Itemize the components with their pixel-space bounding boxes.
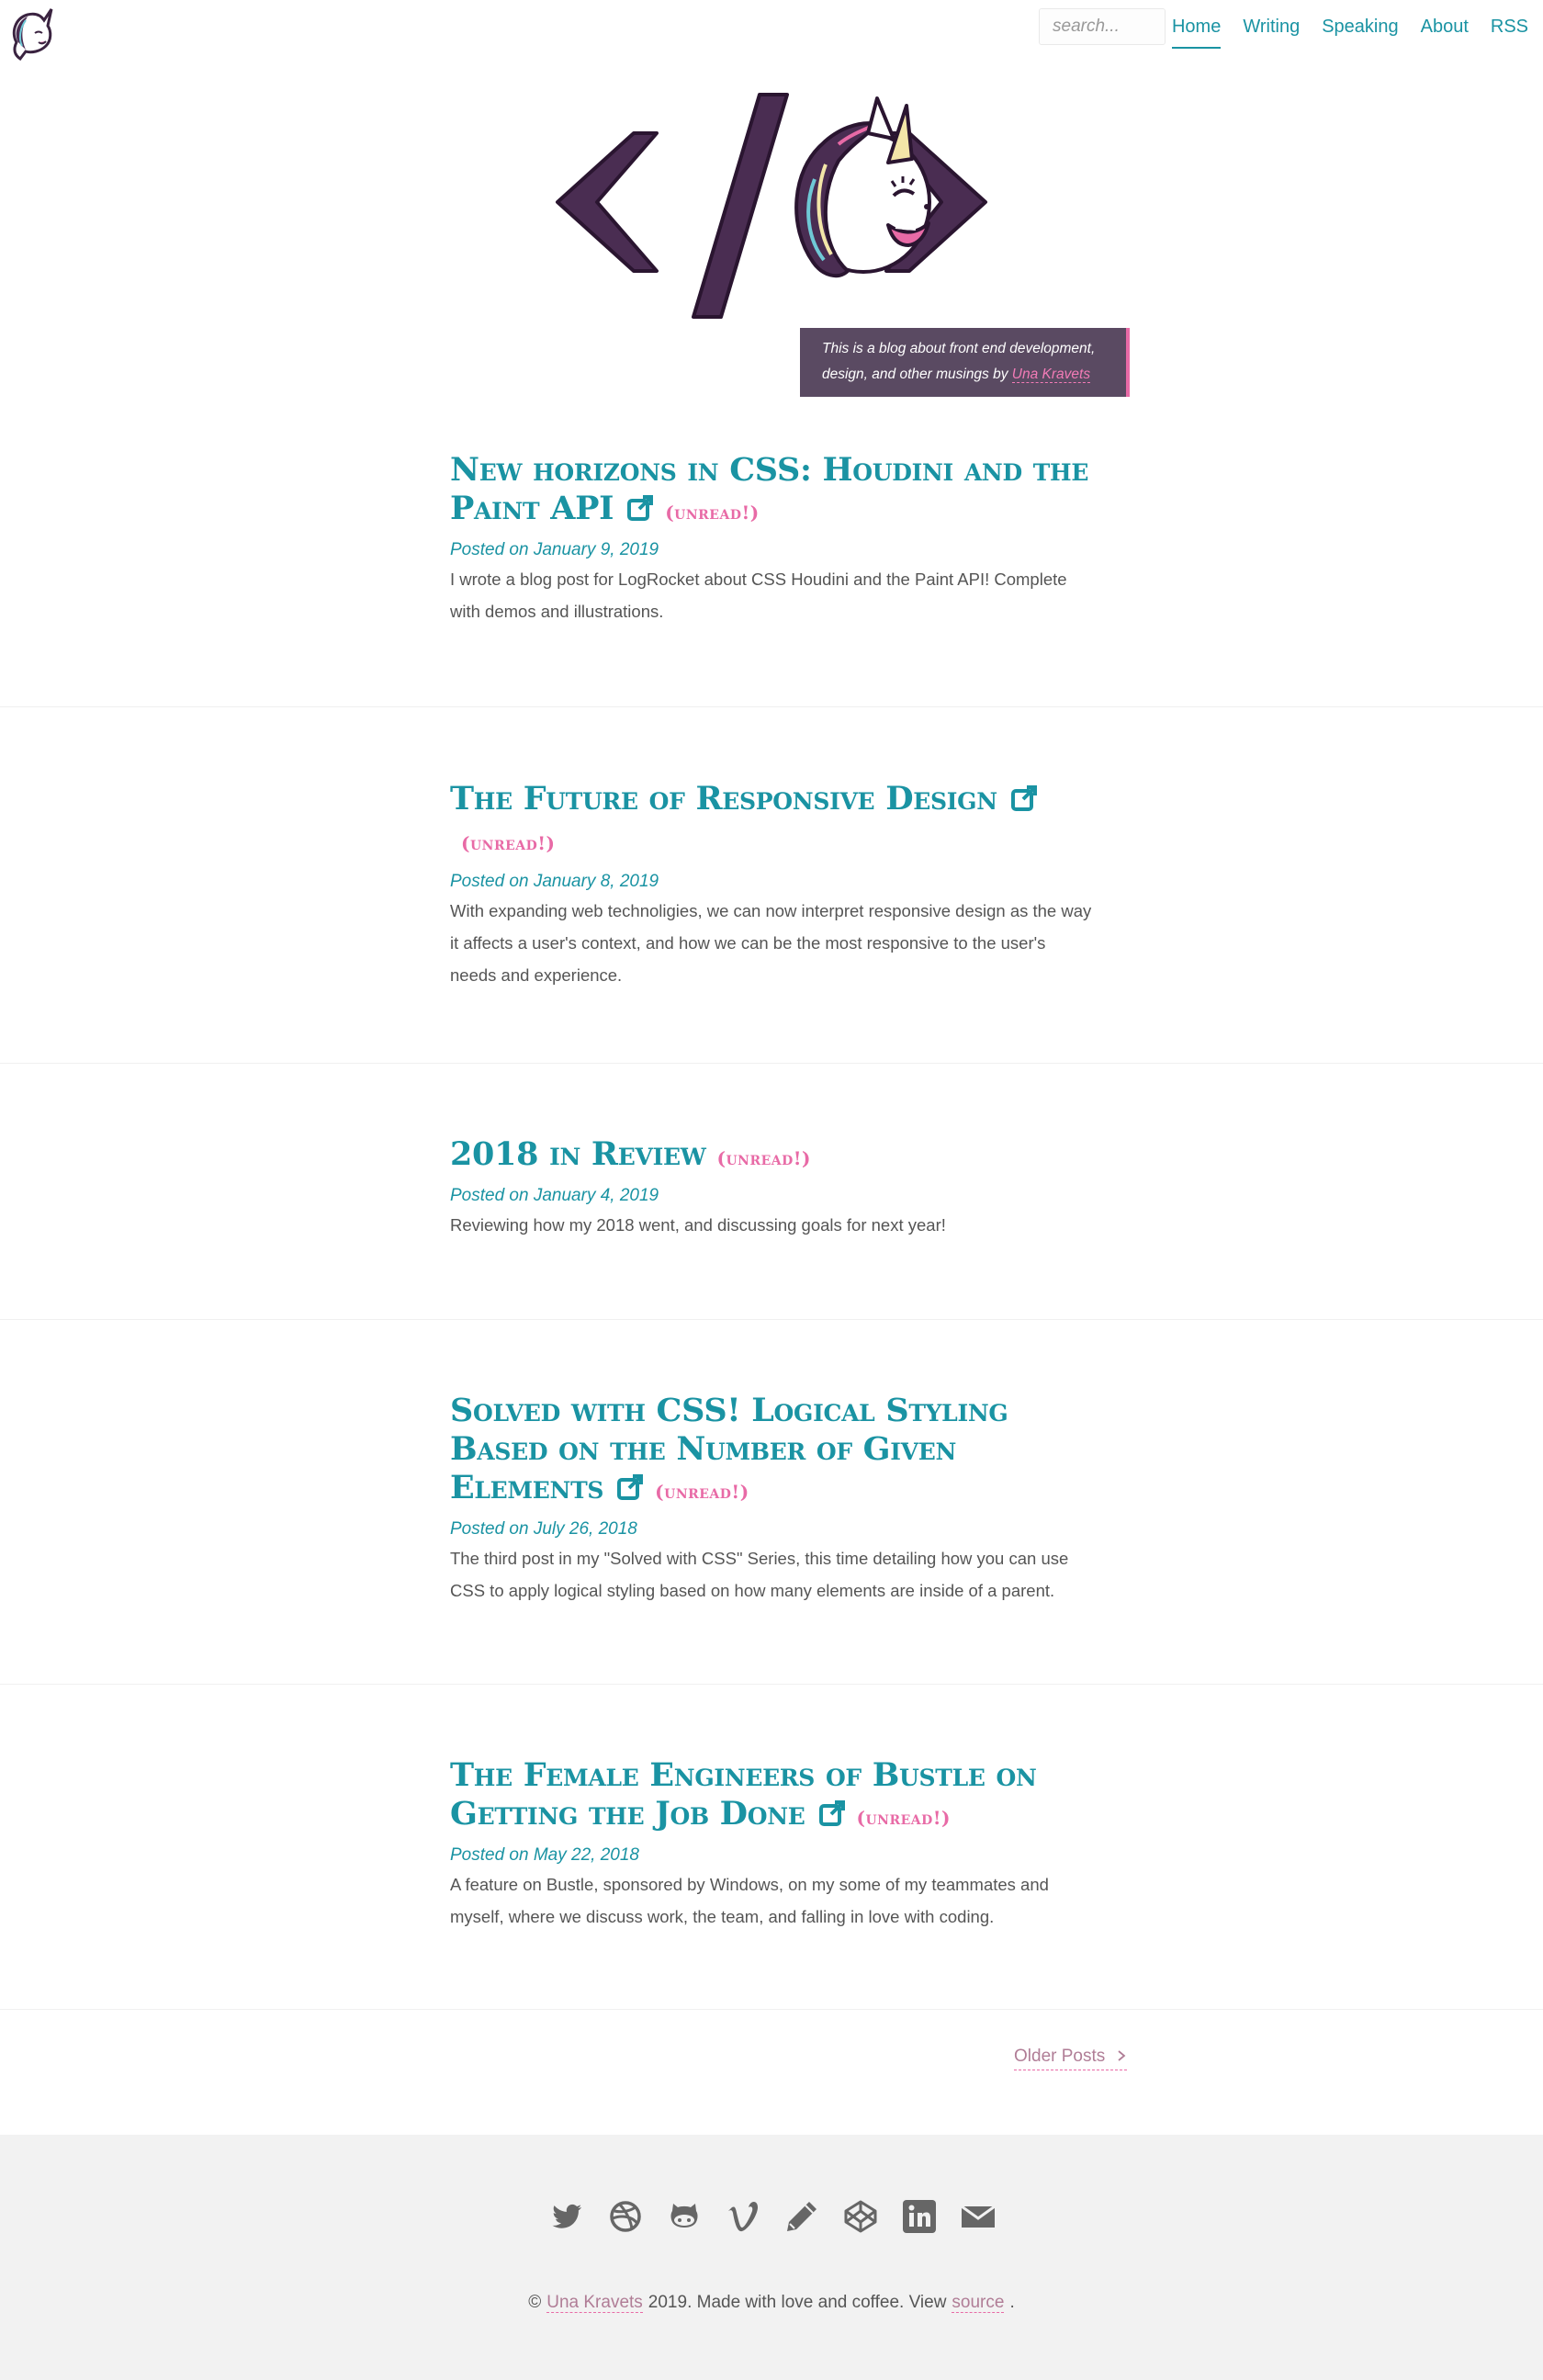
source-link[interactable]: source [952,2293,1005,2313]
email-icon [961,2205,996,2228]
external-link-icon[interactable] [1010,784,1038,812]
post-title-link[interactable]: 2018 in Review [450,1135,706,1173]
dribbble-link[interactable] [607,2198,644,2235]
unread-badge: (unread!) [655,1481,749,1503]
writing-link[interactable] [783,2198,820,2235]
nav-home[interactable]: Home [1171,17,1222,49]
unread-badge: (unread!) [856,1807,952,1829]
post-title-link[interactable]: New horizons in CSS: Houdini and the Pai… [450,451,1088,527]
external-link-icon[interactable] [818,1799,846,1827]
codepen-icon [844,2200,877,2233]
nav-writing[interactable]: Writing [1243,17,1300,49]
vimeo-icon [728,2202,758,2232]
twitter-icon [552,2204,582,2228]
site-footer: © Una Kravets 2019. Made with love and cof… [0,2135,1543,2380]
chevron-right-icon [1117,2050,1125,2061]
vimeo-link[interactable] [725,2198,761,2235]
post-date: Posted on January 4, 2019 [450,1186,659,1205]
social-links [548,2198,997,2235]
post-item: Solved with CSS! Logical Styling Based o… [0,1320,1543,1685]
post-item: 2018 in Review (unread!) Posted on Januar… [0,1064,1543,1320]
code-unicorn-icon [556,93,987,319]
codepen-link[interactable] [842,2198,879,2235]
unread-badge: (unread!) [461,832,556,854]
post-item: The Female Engineers of Bustle on Gettin… [0,1685,1543,2010]
post-title: Solved with CSS! Logical Styling Based o… [450,1392,1093,1511]
github-link[interactable] [666,2198,703,2235]
site-logo[interactable] [7,6,57,62]
dribbble-icon [610,2201,641,2232]
unread-badge: (unread!) [665,502,760,524]
linkedin-link[interactable] [901,2198,938,2235]
email-link[interactable] [960,2198,997,2235]
post-excerpt: I wrote a blog post for LogRocket about … [450,570,1067,621]
post-date: Posted on July 26, 2018 [450,1519,637,1539]
older-posts-link[interactable]: Older Posts [1014,2047,1127,2070]
post-title: The Future of Responsive Design (unread!) [450,779,1093,863]
post-date: Posted on January 9, 2019 [450,540,659,559]
post-title: 2018 in Review (unread!) [450,1135,1093,1178]
twitter-link[interactable] [548,2198,585,2235]
post-item: New horizons in CSS: Houdini and the Pai… [0,398,1543,707]
nav-about[interactable]: About [1421,17,1469,49]
copyright-symbol: © [528,2293,542,2312]
copyright-text: 2019. Made with love and coffee. View [648,2293,947,2312]
search-input[interactable] [1039,8,1166,45]
copyright-author-link[interactable]: Una Kravets [546,2293,643,2313]
copyright-suffix: . [1009,2293,1015,2312]
pencil-icon [787,2202,817,2231]
post-date: Posted on January 8, 2019 [450,872,659,891]
external-link-icon[interactable] [626,494,654,522]
post-title-link[interactable]: The Future of Responsive Design [450,780,997,818]
post-title: New horizons in CSS: Houdini and the Pai… [450,451,1093,532]
nav-rss[interactable]: RSS [1491,17,1528,49]
github-icon [670,2204,698,2228]
linkedin-icon [903,2200,936,2233]
main-nav: Home Writing Speaking About RSS [1150,17,1528,49]
unread-badge: (unread!) [716,1147,812,1169]
post-item: The Future of Responsive Design (unread!)… [0,707,1543,1064]
external-link-icon[interactable] [616,1473,644,1501]
post-date: Posted on May 22, 2018 [450,1845,639,1865]
post-excerpt: With expanding web technoligies, we can … [450,901,1092,985]
older-posts-label: Older Posts [1014,2047,1106,2066]
hero-logo [546,87,997,326]
site-tagline: This is a blog about front end developme… [800,328,1130,397]
post-excerpt: A feature on Bustle, sponsored by Window… [450,1875,1049,1926]
nav-speaking[interactable]: Speaking [1322,17,1398,49]
unicorn-icon [12,8,53,62]
post-excerpt: Reviewing how my 2018 went, and discussi… [450,1215,946,1235]
tagline-author-link[interactable]: Una Kravets [1011,367,1091,383]
post-excerpt: The third post in my "Solved with CSS" S… [450,1549,1069,1600]
post-title: The Female Engineers of Bustle on Gettin… [450,1756,1093,1837]
copyright: © Una Kravets 2019. Made with love and cof… [0,2293,1543,2313]
